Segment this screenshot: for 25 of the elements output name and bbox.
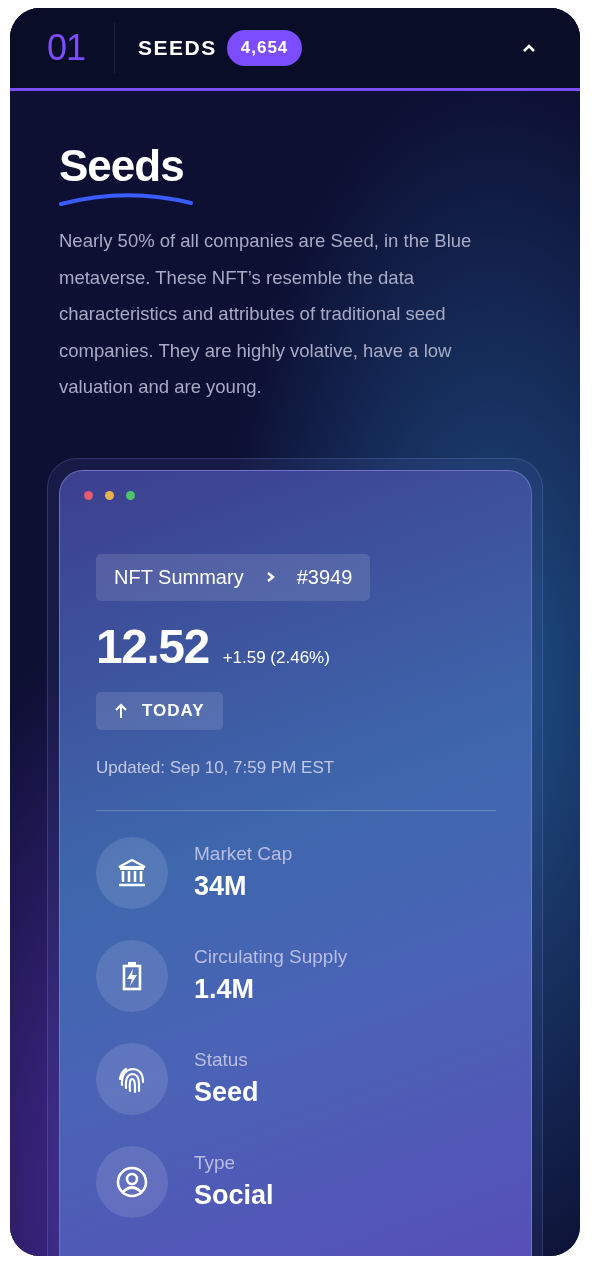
count-badge: 4,654 xyxy=(226,30,303,66)
stat-value: Social xyxy=(194,1180,274,1212)
section-heading: Seeds xyxy=(59,141,185,191)
section-number: 01 xyxy=(47,27,86,69)
price-change: +1.59 (2.46%) xyxy=(222,647,330,668)
window-dot-icon xyxy=(84,490,93,500)
section-title: SEEDS xyxy=(138,36,217,60)
stat-label: Status xyxy=(194,1049,249,1072)
arrow-up-icon xyxy=(114,702,128,719)
chevron-up-icon xyxy=(522,43,536,53)
breadcrumb-item[interactable]: #3949 xyxy=(296,565,353,589)
description-text: Nearly 50% of all companies are Seed, in the Blue metaverse. These NFT’s resemble the data characteristics and attributes of traditional seed companies. They are highly volative, have a low valuation and are young. xyxy=(59,229,473,400)
breadcrumb-item[interactable]: NFT Summary xyxy=(114,565,244,589)
updated-text: Updated: Sep 10, 7:59 PM EST xyxy=(96,757,336,778)
stat-label: Market Cap xyxy=(194,843,293,866)
stat-value: Seed xyxy=(194,1077,259,1109)
stat-value: 34M xyxy=(194,871,248,903)
stat-value: 1.4M xyxy=(194,974,256,1006)
stat-label: Type xyxy=(194,1152,237,1175)
chevron-right-icon xyxy=(265,571,275,584)
window-dot-icon xyxy=(126,490,135,500)
price-value: 12.52 xyxy=(96,618,209,674)
window-dot-icon xyxy=(105,490,114,500)
period-button[interactable]: TODAY xyxy=(96,691,223,730)
stat-label: Circulating Supply xyxy=(194,946,348,969)
